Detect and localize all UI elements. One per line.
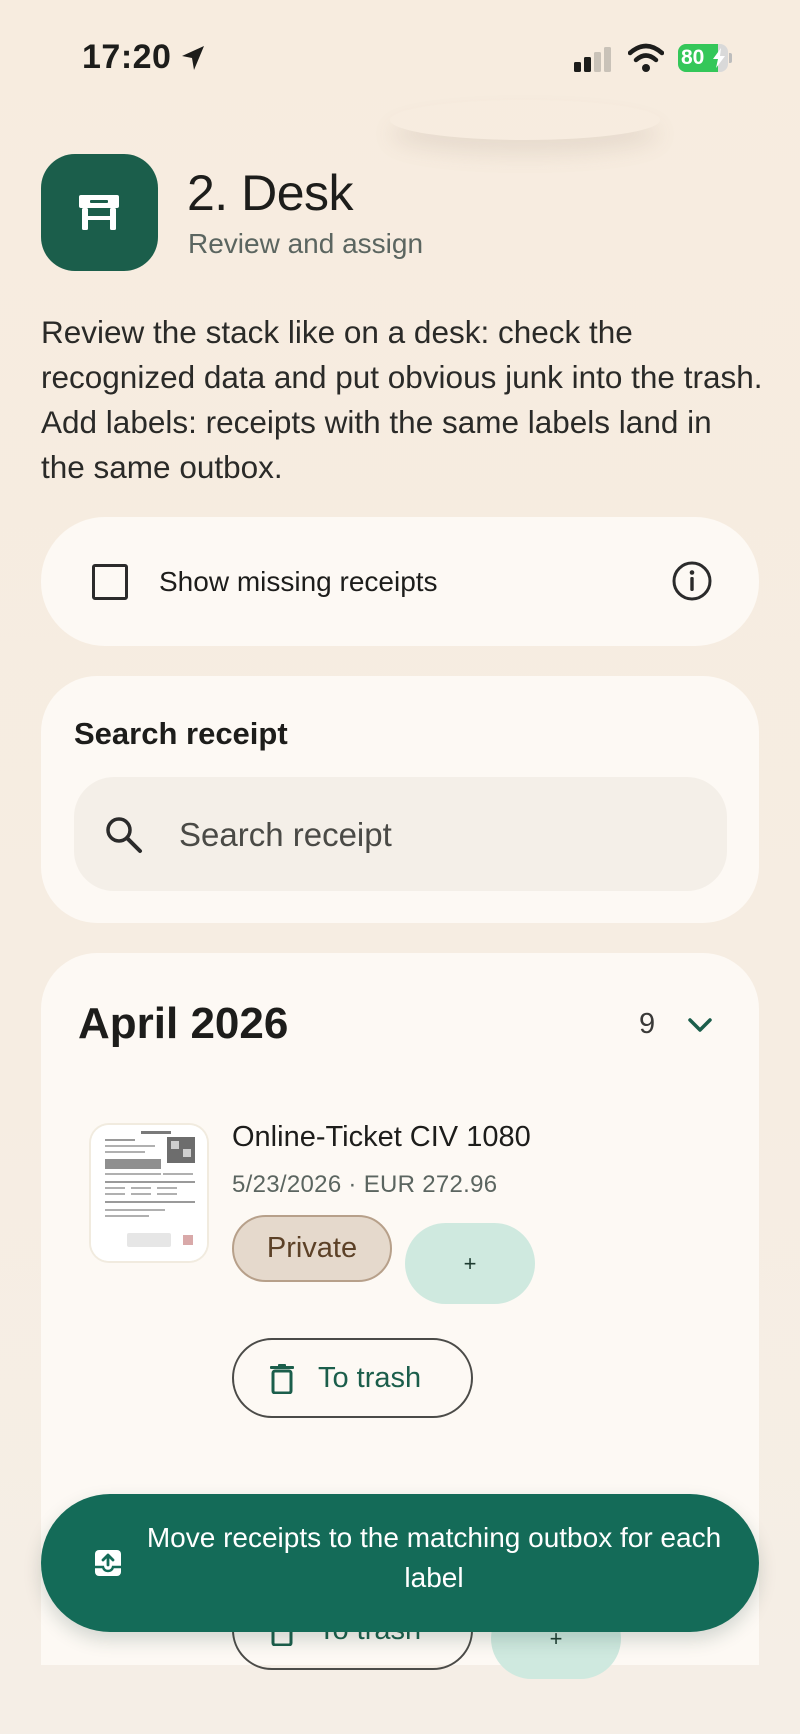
desk-icon [79,195,119,230]
receipt-meta: 5/23/2026 · EUR 272.96 [232,1171,498,1198]
move-to-outbox-button[interactable]: Move receipts to the matching outbox for… [41,1494,759,1632]
intro-text: Review the stack like on a desk: check t… [41,314,763,485]
search-card: Search receipt [41,676,759,923]
desk-tile [41,154,158,271]
sheet-handle-shadow [390,100,660,140]
chevron-down-icon[interactable] [685,1011,715,1039]
label-chip-private[interactable]: Private [232,1215,392,1282]
search-heading: Search receipt [74,716,288,751]
info-icon[interactable] [671,560,713,602]
receipt-document-image [91,1125,207,1261]
month-title: April 2026 [78,999,289,1048]
missing-receipts-card: Show missing receipts [41,517,759,646]
show-missing-checkbox[interactable] [92,564,128,600]
search-field[interactable] [74,777,727,891]
status-time: 17:20 [82,38,172,76]
page-subtitle: Review and assign [188,228,424,259]
to-trash-button[interactable]: To trash [232,1338,473,1418]
search-icon [106,817,142,853]
receipt-thumbnail[interactable] [91,1125,207,1261]
outbox-upload-icon [95,1550,121,1576]
search-input[interactable] [179,807,699,863]
add-label-button[interactable]: + [405,1223,535,1304]
receipt-title[interactable]: Online-Ticket CIV 1080 [232,1121,531,1154]
to-trash-label: To trash [318,1362,422,1394]
status-bar: 17:20 80 [0,0,800,116]
month-count: 9 [639,1008,656,1040]
cellular-signal-icon [574,47,611,72]
trash-icon [270,1364,294,1394]
battery-percent: 80 [681,46,705,69]
show-missing-label[interactable]: Show missing receipts [159,566,438,598]
move-to-outbox-label: Move receipts to the matching outbox for… [146,1522,722,1593]
battery-charging-icon: 80 [678,44,732,72]
wifi-icon [628,43,664,72]
page-title: 2. Desk [187,165,354,221]
location-arrow-icon [182,46,204,70]
